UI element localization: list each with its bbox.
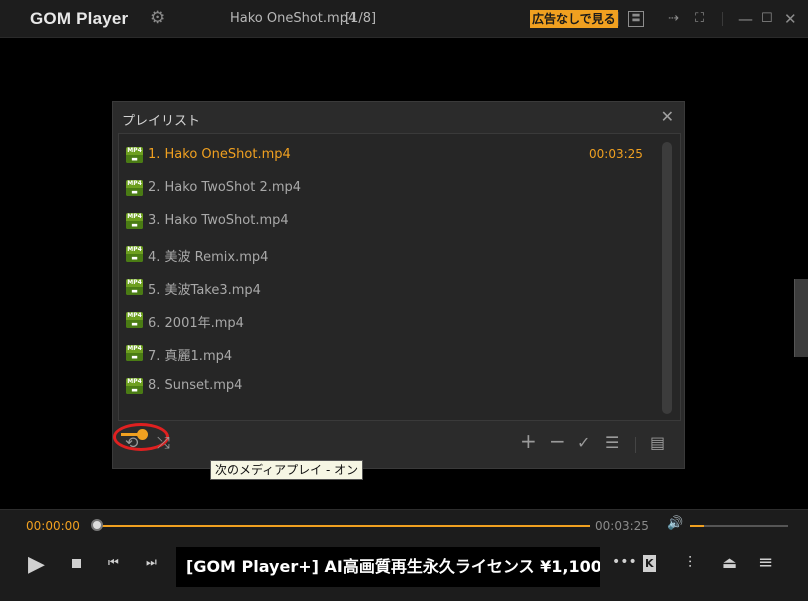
mp4-file-icon: MP4 ▬: [126, 345, 143, 361]
toggle-knob: [137, 429, 148, 440]
divider: [635, 437, 636, 453]
mp4-file-icon: MP4 ▬: [126, 147, 143, 163]
total-time: 00:03:25: [595, 519, 649, 533]
playlist-item[interactable]: MP4 ▬ 5. 美波Take3.mp4: [119, 276, 649, 300]
check-icon[interactable]: ✓: [577, 433, 590, 452]
playlist-panel: プレイリスト ✕ MP4 ▬ 1. Hako OneShot.mp4 00:03:…: [112, 101, 685, 469]
close-icon[interactable]: ✕: [784, 10, 797, 28]
playlist-scrollbar[interactable]: [662, 142, 672, 414]
volume-slider[interactable]: [690, 525, 788, 527]
mp4-file-icon: MP4 ▬: [126, 378, 143, 394]
mp4-file-icon: MP4 ▬: [126, 213, 143, 229]
fullscreen-icon[interactable]: ⛶: [695, 10, 704, 28]
playlist-item[interactable]: MP4 ▬ 7. 真麗1.mp4: [119, 342, 649, 366]
item-duration: 00:03:25: [589, 147, 643, 161]
volume-fill: [690, 525, 704, 527]
mp4-file-icon: MP4 ▬: [126, 312, 143, 328]
close-icon[interactable]: ✕: [661, 107, 674, 126]
more-icon[interactable]: •••: [612, 554, 637, 570]
add-icon[interactable]: +: [520, 429, 537, 453]
remove-icon[interactable]: −: [549, 429, 566, 453]
playlist-item[interactable]: MP4 ▬ 4. 美波 Remix.mp4: [119, 243, 649, 267]
playlist-list: MP4 ▬ 1. Hako OneShot.mp4 00:03:25 MP4 ▬ 2…: [118, 133, 681, 421]
play-icon[interactable]: ▶: [28, 552, 45, 577]
divider: [618, 12, 619, 26]
gear-icon[interactable]: ⚙: [150, 8, 165, 28]
seek-knob[interactable]: [91, 519, 103, 531]
list-icon[interactable]: ☰: [605, 433, 619, 452]
kv-icon[interactable]: K: [643, 555, 656, 572]
equalizer-icon[interactable]: ⫶: [688, 553, 692, 573]
playlist-item[interactable]: MP4 ▬ 3. Hako TwoShot.mp4: [119, 210, 649, 234]
playlist-item[interactable]: MP4 ▬ 2. Hako TwoShot 2.mp4: [119, 177, 649, 201]
next-frame-icon[interactable]: ⇢: [668, 10, 679, 28]
minimize-icon[interactable]: —: [738, 10, 753, 28]
playlist-toolbar: ⟲ ⤮ + − ✓ ☰ ▤: [113, 423, 684, 468]
app-logo: GOM Player: [30, 9, 129, 28]
ad-banner[interactable]: [GOM Player+] AI高画質再生永久ライセンス ¥1,100: [176, 547, 600, 587]
control-bar: 00:00:00 00:03:25 🔊 ▶ ⏮ ⏭ [GOM Player+] …: [0, 509, 808, 601]
current-time: 00:00:00: [26, 519, 80, 533]
eject-icon[interactable]: ⏏: [722, 553, 737, 572]
subtitle-icon[interactable]: 〓: [628, 11, 644, 27]
volume-icon[interactable]: 🔊: [667, 516, 683, 531]
mp4-file-icon: MP4 ▬: [126, 279, 143, 295]
shuffle-icon[interactable]: ⤮: [157, 433, 170, 453]
divider: [722, 12, 723, 26]
side-panel-handle[interactable]: [794, 279, 808, 357]
tooltip: 次のメディアプレイ - オン: [210, 460, 364, 480]
seek-bar[interactable]: [95, 525, 590, 527]
file-title: Hako OneShot.mp4: [230, 11, 357, 26]
playlist-item[interactable]: MP4 ▬ 6. 2001年.mp4: [119, 309, 649, 333]
playlist-item[interactable]: MP4 ▬ 8. Sunset.mp4: [119, 375, 649, 399]
menu-icon[interactable]: ≡: [758, 552, 773, 573]
stop-icon[interactable]: [72, 559, 81, 568]
title-bar: GOM Player ⚙ Hako OneShot.mp4 [1/8] 広告なし…: [0, 0, 808, 38]
file-count: [1/8]: [345, 11, 377, 26]
maximize-icon[interactable]: ☐: [761, 10, 773, 28]
playlist-title: プレイリスト: [122, 114, 201, 129]
mp4-file-icon: MP4 ▬: [126, 246, 143, 262]
previous-icon[interactable]: ⏮: [108, 555, 119, 570]
mp4-file-icon: MP4 ▬: [126, 180, 143, 196]
next-icon[interactable]: ⏭: [146, 555, 157, 570]
document-icon[interactable]: ▤: [650, 433, 665, 452]
playlist-item[interactable]: MP4 ▬ 1. Hako OneShot.mp4 00:03:25: [119, 144, 649, 168]
ad-free-button[interactable]: 広告なしで見る: [530, 10, 618, 28]
